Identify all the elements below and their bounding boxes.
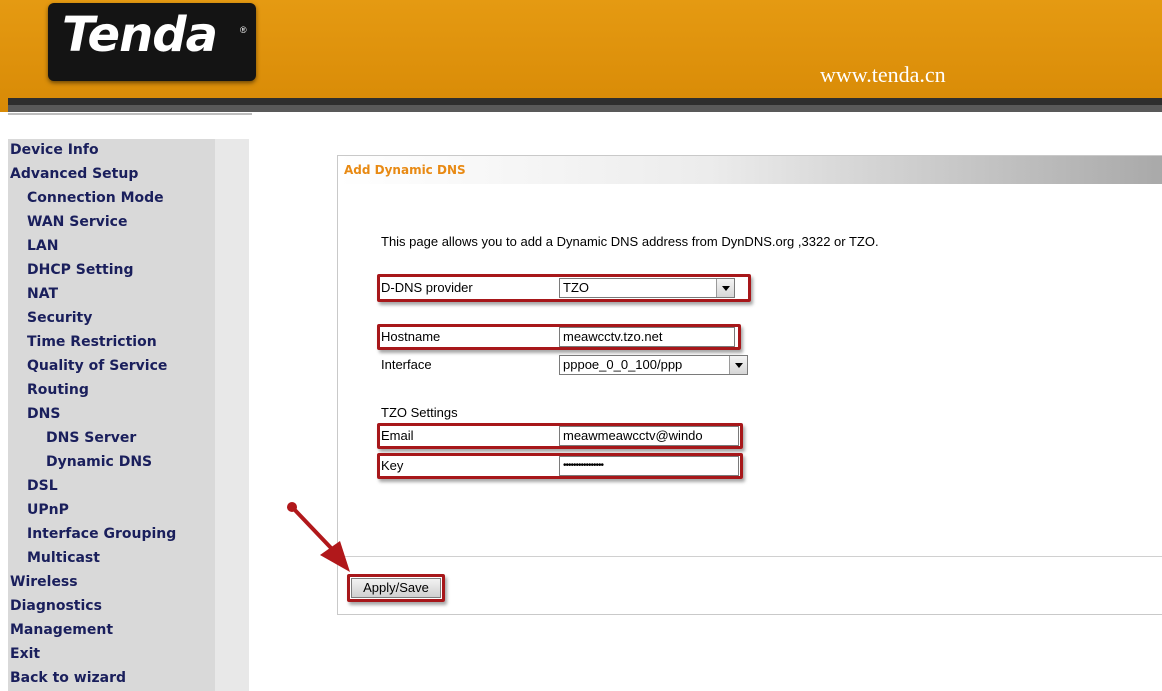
provider-value: TZO bbox=[563, 280, 589, 295]
sidebar-nav: Device Info Advanced Setup Connection Mo… bbox=[8, 139, 215, 691]
page-title: Add Dynamic DNS bbox=[338, 156, 1162, 184]
sidebar-item-back-to-wizard[interactable]: Back to wizard bbox=[8, 667, 126, 691]
sidebar-item-lan[interactable]: LAN bbox=[8, 235, 58, 259]
key-label: Key bbox=[381, 458, 404, 473]
sidebar-item-dsl[interactable]: DSL bbox=[8, 475, 58, 499]
sidebar-item-time-restriction[interactable]: Time Restriction bbox=[8, 331, 157, 355]
sidebar-item-connection-mode[interactable]: Connection Mode bbox=[8, 187, 164, 211]
sidebar-item-routing[interactable]: Routing bbox=[8, 379, 89, 403]
header-divider bbox=[8, 98, 1162, 105]
sidebar-item-wan-service[interactable]: WAN Service bbox=[8, 211, 127, 235]
provider-label: D-DNS provider bbox=[381, 280, 473, 295]
divider bbox=[338, 556, 1162, 557]
pointer-arrow-icon bbox=[287, 502, 350, 572]
sidebar-item-dns-server[interactable]: DNS Server bbox=[8, 427, 136, 451]
sidebar-item-upnp[interactable]: UPnP bbox=[8, 499, 69, 523]
sidebar-item-dns[interactable]: DNS bbox=[8, 403, 60, 427]
hostname-input[interactable]: meawcctv.tzo.net bbox=[559, 327, 735, 347]
sidebar-item-dynamic-dns[interactable]: Dynamic DNS bbox=[8, 451, 152, 475]
sidebar-item-exit[interactable]: Exit bbox=[8, 643, 40, 667]
email-input[interactable]: meawmeawcctv@windo bbox=[559, 426, 739, 446]
interface-value: pppoe_0_0_100/ppp bbox=[563, 357, 683, 372]
sidebar-item-device-info[interactable]: Device Info bbox=[8, 139, 99, 163]
hostname-label: Hostname bbox=[381, 329, 441, 344]
sidebar-item-security[interactable]: Security bbox=[8, 307, 92, 331]
interface-select[interactable]: pppoe_0_0_100/ppp bbox=[559, 355, 748, 375]
sidebar-item-multicast[interactable]: Multicast bbox=[8, 547, 100, 571]
sidebar-item-advanced-setup[interactable]: Advanced Setup bbox=[8, 163, 138, 187]
site-url: www.tenda.cn bbox=[820, 62, 946, 87]
sidebar-edge bbox=[215, 139, 249, 691]
header-divider-lower bbox=[8, 105, 1162, 112]
chevron-down-icon bbox=[716, 279, 734, 297]
key-password-input[interactable]: •••••••••••••••• bbox=[559, 456, 739, 476]
sidebar-item-diagnostics[interactable]: Diagnostics bbox=[8, 595, 102, 619]
sidebar-item-quality-of-service[interactable]: Quality of Service bbox=[8, 355, 167, 379]
header-banner: Tenda ® www.tenda.cn bbox=[0, 0, 1162, 112]
logo-text: Tenda bbox=[62, 7, 218, 63]
chevron-down-icon bbox=[729, 356, 747, 374]
sidebar-item-interface-grouping[interactable]: Interface Grouping bbox=[8, 523, 176, 547]
sidebar-item-nat[interactable]: NAT bbox=[8, 283, 58, 307]
provider-select[interactable]: TZO bbox=[559, 278, 735, 298]
tzo-settings-heading: TZO Settings bbox=[381, 405, 458, 420]
interface-label: Interface bbox=[381, 357, 432, 372]
page-description: This page allows you to add a Dynamic DN… bbox=[381, 234, 879, 249]
sidebar-item-wireless[interactable]: Wireless bbox=[8, 571, 78, 595]
apply-save-button[interactable]: Apply/Save bbox=[351, 578, 441, 598]
tenda-logo: Tenda ® bbox=[48, 3, 256, 81]
email-label: Email bbox=[381, 428, 414, 443]
header-divider-stub bbox=[8, 113, 252, 115]
sidebar-item-management[interactable]: Management bbox=[8, 619, 113, 643]
dynamic-dns-panel: Add Dynamic DNS This page allows you to … bbox=[337, 155, 1162, 615]
sidebar-item-dhcp-setting[interactable]: DHCP Setting bbox=[8, 259, 134, 283]
registered-mark: ® bbox=[240, 25, 247, 35]
